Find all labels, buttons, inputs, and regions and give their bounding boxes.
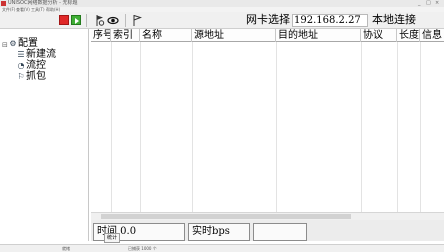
column-header-source[interactable]: 源地址 xyxy=(192,29,276,42)
start-capture-button[interactable] xyxy=(71,15,81,25)
status-bar: 就绪 已捕获 1000 个 xyxy=(0,244,444,252)
capture-icon: ⚐ xyxy=(17,72,25,81)
config-tree: ⊟ ⚙配置 ☰新建流 ◔ 流控 ⚐抓包 xyxy=(0,29,89,241)
realtime-bps-field: 实时bps xyxy=(188,223,250,241)
column-header-length[interactable]: 长度 xyxy=(397,29,420,42)
app-icon xyxy=(1,1,6,6)
column-divider xyxy=(397,42,398,212)
toolbar-separator xyxy=(86,14,87,27)
packet-list[interactable]: 序号 索引 名称 源地址 目的地址 协议 长度 信息 xyxy=(91,29,444,212)
scrollbar-thumb[interactable] xyxy=(101,214,351,219)
tree-node-label: 流控 xyxy=(26,60,46,71)
column-divider xyxy=(192,42,193,212)
nic-select-label: 网卡选择 xyxy=(246,13,290,26)
column-header-destination[interactable]: 目的地址 xyxy=(276,29,361,42)
column-header-protocol[interactable]: 协议 xyxy=(361,29,397,42)
toolbar-separator xyxy=(125,14,126,27)
stats-field xyxy=(253,223,307,241)
column-divider xyxy=(140,42,141,212)
column-header-seq[interactable]: 序号 xyxy=(91,29,111,42)
minimize-button[interactable]: _ xyxy=(418,0,421,7)
nic-name-label: 本地连接 xyxy=(372,13,416,26)
packet-list-header: 序号 索引 名称 源地址 目的地址 协议 长度 信息 xyxy=(91,29,444,42)
tree-node-flow-control[interactable]: ◔ 流控 xyxy=(16,60,47,71)
column-divider xyxy=(111,42,112,212)
status-text: 就绪 xyxy=(62,246,70,251)
column-divider xyxy=(276,42,277,212)
flag-icon[interactable] xyxy=(132,14,142,27)
title-bar: UNISOC网络数据分析 - 无标题 _ □ × xyxy=(0,0,444,7)
stats-tab[interactable]: 统计 xyxy=(104,233,120,243)
gauge-icon: ◔ xyxy=(17,61,25,70)
stop-capture-button[interactable] xyxy=(59,15,69,25)
nic-ip-field[interactable]: 192.168.2.27 xyxy=(292,14,368,27)
eye-icon[interactable] xyxy=(107,14,119,27)
column-header-index[interactable]: 索引 xyxy=(111,29,140,42)
tree-collapse-icon[interactable]: ⊟ xyxy=(2,41,8,49)
column-divider xyxy=(361,42,362,212)
tree-node-capture[interactable]: ⚐抓包 xyxy=(16,71,46,82)
tree-node-label: 配置 xyxy=(18,38,38,49)
maximize-button[interactable]: □ xyxy=(426,0,431,7)
close-button[interactable]: × xyxy=(435,0,439,7)
gear-icon: ⚙ xyxy=(9,39,17,48)
tree-node-config[interactable]: ⚙配置 xyxy=(8,38,38,49)
tree-node-label: 新建流 xyxy=(26,49,56,60)
column-header-name[interactable]: 名称 xyxy=(140,29,192,42)
horizontal-scrollbar[interactable] xyxy=(91,212,444,220)
stream-icon: ☰ xyxy=(17,50,25,59)
stats-panel: 时间 0.0 实时bps xyxy=(91,220,444,241)
column-divider xyxy=(420,42,421,212)
capture-count: 已捕获 1000 个 xyxy=(128,246,157,251)
window-title: UNISOC网络数据分析 - 无标题 xyxy=(8,0,78,6)
column-header-info[interactable]: 信息 xyxy=(420,29,444,42)
filter-flag-icon[interactable] xyxy=(95,14,105,27)
tree-node-label: 抓包 xyxy=(26,71,46,82)
tree-node-new-stream[interactable]: ☰新建流 xyxy=(16,49,56,60)
